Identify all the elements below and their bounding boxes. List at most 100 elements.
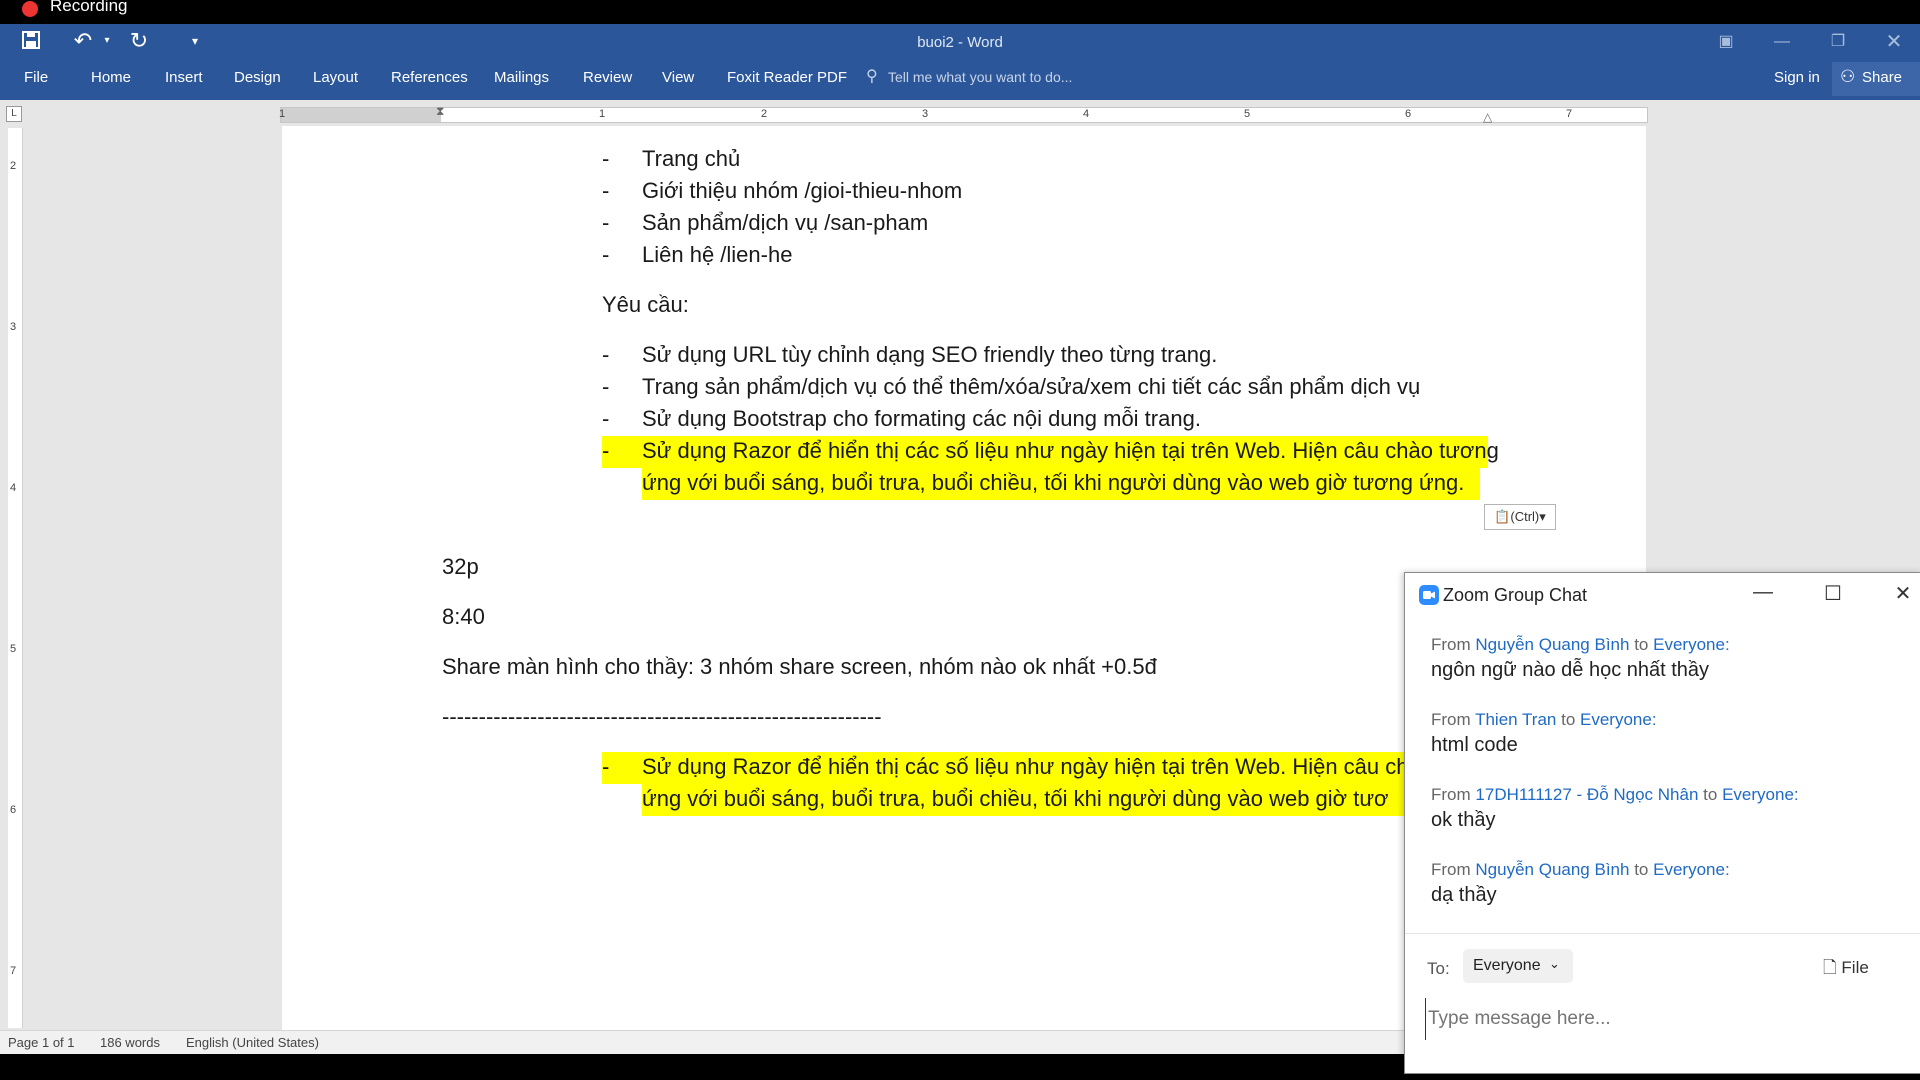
recipient-select[interactable]: Everyone ⌄ [1463, 949, 1573, 983]
zoom-group-chat-window: Zoom Group Chat — ☐ ✕ From Nguyễn Quang … [1404, 572, 1920, 1074]
message-header: From Nguyễn Quang Bình to Everyone: [1431, 635, 1730, 655]
paste-options-button[interactable]: 📋(Ctrl)▾ [1484, 504, 1556, 530]
sender-name[interactable]: 17DH111127 - Đỗ Ngọc Nhân [1475, 785, 1698, 804]
message-text: ngôn ngữ nào dễ học nhất thầy [1431, 659, 1710, 681]
ruler-number: 1 [279, 108, 286, 120]
sender-name[interactable]: Nguyễn Quang Bình [1475, 635, 1629, 654]
lightbulb-icon: ⚲ [866, 68, 878, 85]
ruler-number: 6 [1405, 108, 1412, 120]
horizontal-ruler[interactable]: 1 1 2 3 4 5 6 7 ⧗ △ [279, 104, 1648, 124]
ruler-number: 5 [10, 643, 17, 655]
list-bullet: - [602, 178, 610, 203]
language-indicator[interactable]: English (United States) [186, 1035, 319, 1050]
to-word: to [1634, 635, 1649, 654]
message-header: From Nguyễn Quang Bình to Everyone: [1431, 860, 1730, 880]
file-label: File [1841, 958, 1869, 977]
chat-divider [1405, 933, 1920, 934]
close-icon[interactable]: ✕ [1889, 581, 1917, 606]
sign-in-link[interactable]: Sign in [1774, 69, 1820, 86]
chevron-down-icon: ⌄ [1549, 956, 1560, 971]
tab-design[interactable]: Design [234, 69, 281, 86]
title-bar: ↶ ▾ ↻ ▾ buoi2 - Word ▣ — ❐ ✕ [0, 24, 1920, 60]
indent-marker-icon[interactable]: ⧗ [436, 104, 444, 119]
ruler-number: 7 [10, 965, 17, 977]
ruler-number: 3 [10, 321, 17, 333]
list-item: Sản phẩm/dịch vụ /san-pham [642, 210, 929, 235]
sender-name[interactable]: Nguyễn Quang Bình [1475, 860, 1629, 879]
tab-layout[interactable]: Layout [313, 69, 358, 86]
note-text: Share màn hình cho thầy: 3 nhóm share sc… [442, 654, 1157, 679]
ruler-number: 5 [1244, 108, 1251, 120]
recipient-name[interactable]: Everyone: [1580, 710, 1657, 729]
ruler-number: 3 [922, 108, 929, 120]
list-bullet: - [602, 242, 610, 267]
recipient-name[interactable]: Everyone: [1653, 635, 1730, 654]
list-bullet: - [602, 754, 610, 779]
tab-review[interactable]: Review [583, 69, 632, 86]
message-input[interactable] [1425, 998, 1900, 1040]
message-text: html code [1431, 734, 1518, 756]
ruler-number: 6 [10, 804, 17, 816]
ruler-number: 4 [1083, 108, 1090, 120]
list-bullet: - [602, 374, 610, 399]
message-header: From 17DH111127 - Đỗ Ngọc Nhân to Everyo… [1431, 785, 1799, 805]
tab-insert[interactable]: Insert [165, 69, 203, 86]
word-count[interactable]: 186 words [100, 1035, 160, 1050]
highlighted-text: ứng với buổi sáng, buổi trưa, buổi chiều… [642, 786, 1389, 811]
tab-mailings[interactable]: Mailings [494, 69, 549, 86]
tell-me-search[interactable]: Tell me what you want to do... [888, 69, 1072, 85]
paste-options-label: (Ctrl) [1510, 509, 1540, 524]
page-count[interactable]: Page 1 of 1 [8, 1035, 75, 1050]
tab-view[interactable]: View [662, 69, 694, 86]
chat-title: Zoom Group Chat [1443, 585, 1588, 605]
tab-references[interactable]: References [391, 69, 468, 86]
list-bullet: - [602, 210, 610, 235]
maximize-icon[interactable]: ☐ [1819, 581, 1847, 606]
clipboard-icon: 📋 [1494, 509, 1511, 524]
recipient-name[interactable]: Everyone: [1653, 860, 1730, 879]
to-label: To: [1427, 959, 1450, 978]
highlighted-text: Sử dụng Razor để hiển thị các số liệu nh… [642, 438, 1499, 463]
restore-icon[interactable]: ❐ [1824, 30, 1852, 54]
ruler-number: 7 [1566, 108, 1573, 120]
list-bullet: - [602, 342, 610, 367]
tab-selector[interactable]: L [6, 106, 22, 122]
list-item: Liên hệ /lien-he [642, 242, 793, 267]
list-bullet: - [602, 406, 610, 431]
highlighted-text: ứng với buổi sáng, buổi trưa, buổi chiều… [642, 470, 1465, 495]
file-icon: 🗋 [1823, 958, 1837, 977]
recipient-name[interactable]: Everyone: [1722, 785, 1799, 804]
highlighted-text: Sử dụng Razor để hiển thị các số liệu nh… [642, 754, 1421, 779]
right-indent-marker-icon[interactable]: △ [1483, 110, 1492, 124]
to-word: to [1561, 710, 1576, 729]
message-header: From Thien Tran to Everyone: [1431, 710, 1657, 730]
ribbon-display-options-icon[interactable]: ▣ [1712, 30, 1740, 54]
zoom-logo-icon [1419, 585, 1439, 605]
note-text: 32p [442, 554, 479, 579]
list-bullet: - [602, 438, 610, 463]
recipient-value: Everyone [1473, 957, 1541, 974]
vertical-ruler[interactable]: 2 3 4 5 6 7 [8, 128, 23, 1028]
share-button[interactable]: ⚇ Share [1832, 62, 1920, 96]
ruler-number: 2 [10, 160, 17, 172]
minimize-icon[interactable]: — [1749, 581, 1777, 604]
list-item: Trang chủ [642, 146, 741, 171]
from-label: From [1431, 710, 1471, 729]
list-item: Sử dụng Bootstrap cho formating các nội … [642, 406, 1201, 431]
tab-foxit-reader-pdf[interactable]: Foxit Reader PDF [727, 69, 847, 86]
ribbon-tabs: File Home Insert Design Layout Reference… [0, 60, 1920, 100]
minimize-icon[interactable]: — [1768, 30, 1796, 54]
close-icon[interactable]: ✕ [1880, 30, 1908, 54]
list-item: Giới thiệu nhóm /gioi-thieu-nhom [642, 178, 963, 203]
sender-name[interactable]: Thien Tran [1475, 710, 1556, 729]
from-label: From [1431, 635, 1471, 654]
share-label: Share [1862, 69, 1903, 86]
chevron-down-icon: ▾ [1539, 509, 1546, 524]
file-button[interactable]: 🗋 File [1823, 955, 1869, 984]
list-item: Trang sản phẩm/dịch vụ có thể thêm/xóa/s… [642, 374, 1421, 399]
note-text: 8:40 [442, 604, 485, 629]
requirements-heading: Yêu cầu: [602, 292, 689, 317]
tab-home[interactable]: Home [91, 69, 131, 86]
tab-file[interactable]: File [24, 69, 48, 86]
recording-indicator-icon [22, 1, 38, 17]
